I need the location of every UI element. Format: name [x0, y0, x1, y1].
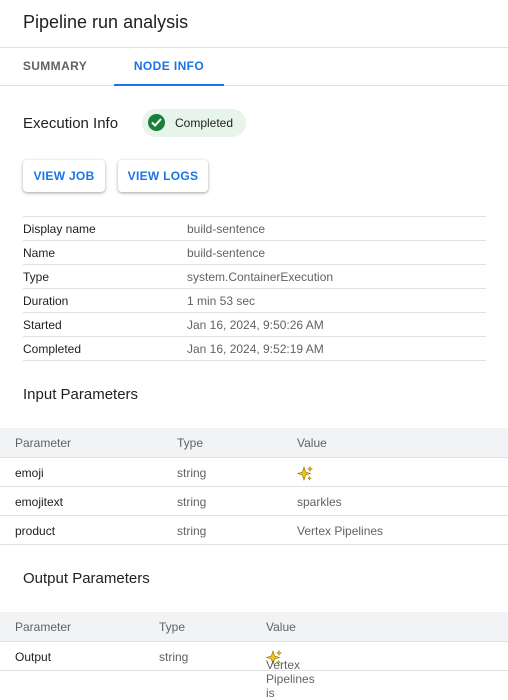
info-value: build-sentence — [187, 246, 266, 260]
output-parameters-table: Parameter Type Value Output string Verte… — [0, 612, 508, 700]
page-title: Pipeline run analysis — [23, 12, 189, 32]
param-name: emoji — [15, 466, 44, 480]
info-value: build-sentence — [187, 222, 266, 236]
info-value: Jan 16, 2024, 9:50:26 AM — [187, 318, 324, 332]
table-header: Parameter Type Value — [0, 428, 508, 458]
param-type: string — [159, 650, 189, 664]
table-row: emojitext string sparkles — [0, 487, 508, 516]
info-row: Type system.ContainerExecution — [23, 264, 486, 288]
info-key: Completed — [23, 342, 82, 356]
header-type[interactable]: Type — [159, 620, 185, 634]
table-header: Parameter Type Value — [0, 612, 508, 642]
tab-summary[interactable]: SUMMARY — [0, 48, 110, 85]
input-parameters-title: Input Parameters — [23, 386, 139, 403]
param-type: string — [177, 466, 207, 480]
execution-info-title: Execution Info — [23, 115, 119, 132]
output-parameters-title: Output Parameters — [23, 570, 150, 587]
param-value-text: Vertex Pipelines is — [266, 658, 315, 700]
status-label: Completed — [175, 116, 234, 130]
info-key: Type — [23, 270, 50, 284]
header-value[interactable]: Value — [297, 436, 327, 450]
info-row: Name build-sentence — [23, 240, 486, 264]
tab-bar: SUMMARY NODE INFO — [0, 47, 508, 86]
table-row: emoji string — [0, 458, 508, 487]
param-value: sparkles — [297, 495, 342, 509]
check-circle-icon — [148, 114, 165, 131]
info-row: Started Jan 16, 2024, 9:50:26 AM — [23, 312, 486, 336]
execution-info-table: Display name build-sentence Name build-s… — [23, 216, 486, 361]
status-badge: Completed — [142, 109, 246, 137]
param-value — [297, 466, 313, 482]
param-name: emojitext — [15, 495, 64, 509]
header-value[interactable]: Value — [266, 620, 296, 634]
param-value: Vertex Pipelines is — [266, 650, 315, 700]
view-job-button[interactable]: VIEW JOB — [23, 160, 105, 192]
table-row: product string Vertex Pipelines — [0, 516, 508, 545]
table-row: Output string Vertex Pipelines is — [0, 642, 508, 700]
info-key: Duration — [23, 294, 69, 308]
info-value: Jan 16, 2024, 9:52:19 AM — [187, 342, 324, 356]
header-parameter[interactable]: Parameter — [15, 620, 71, 634]
info-value: system.ContainerExecution — [187, 270, 334, 284]
param-type: string — [177, 495, 207, 509]
header-type[interactable]: Type — [177, 436, 203, 450]
view-logs-button[interactable]: VIEW LOGS — [118, 160, 208, 192]
input-parameters-table: Parameter Type Value emoji string emojit… — [0, 428, 508, 545]
info-row: Display name build-sentence — [23, 216, 486, 240]
info-row: Duration 1 min 53 sec — [23, 288, 486, 312]
info-row: Completed Jan 16, 2024, 9:52:19 AM — [23, 336, 486, 361]
info-value: 1 min 53 sec — [187, 294, 256, 308]
sparkles-icon — [297, 466, 313, 481]
param-name: Output — [15, 650, 52, 664]
param-value: Vertex Pipelines — [297, 524, 384, 538]
param-name: product — [15, 524, 56, 538]
info-key: Started — [23, 318, 62, 332]
info-key: Display name — [23, 222, 96, 236]
info-key: Name — [23, 246, 56, 260]
tab-node-info[interactable]: NODE INFO — [114, 48, 224, 86]
param-type: string — [177, 524, 207, 538]
header-parameter[interactable]: Parameter — [15, 436, 71, 450]
